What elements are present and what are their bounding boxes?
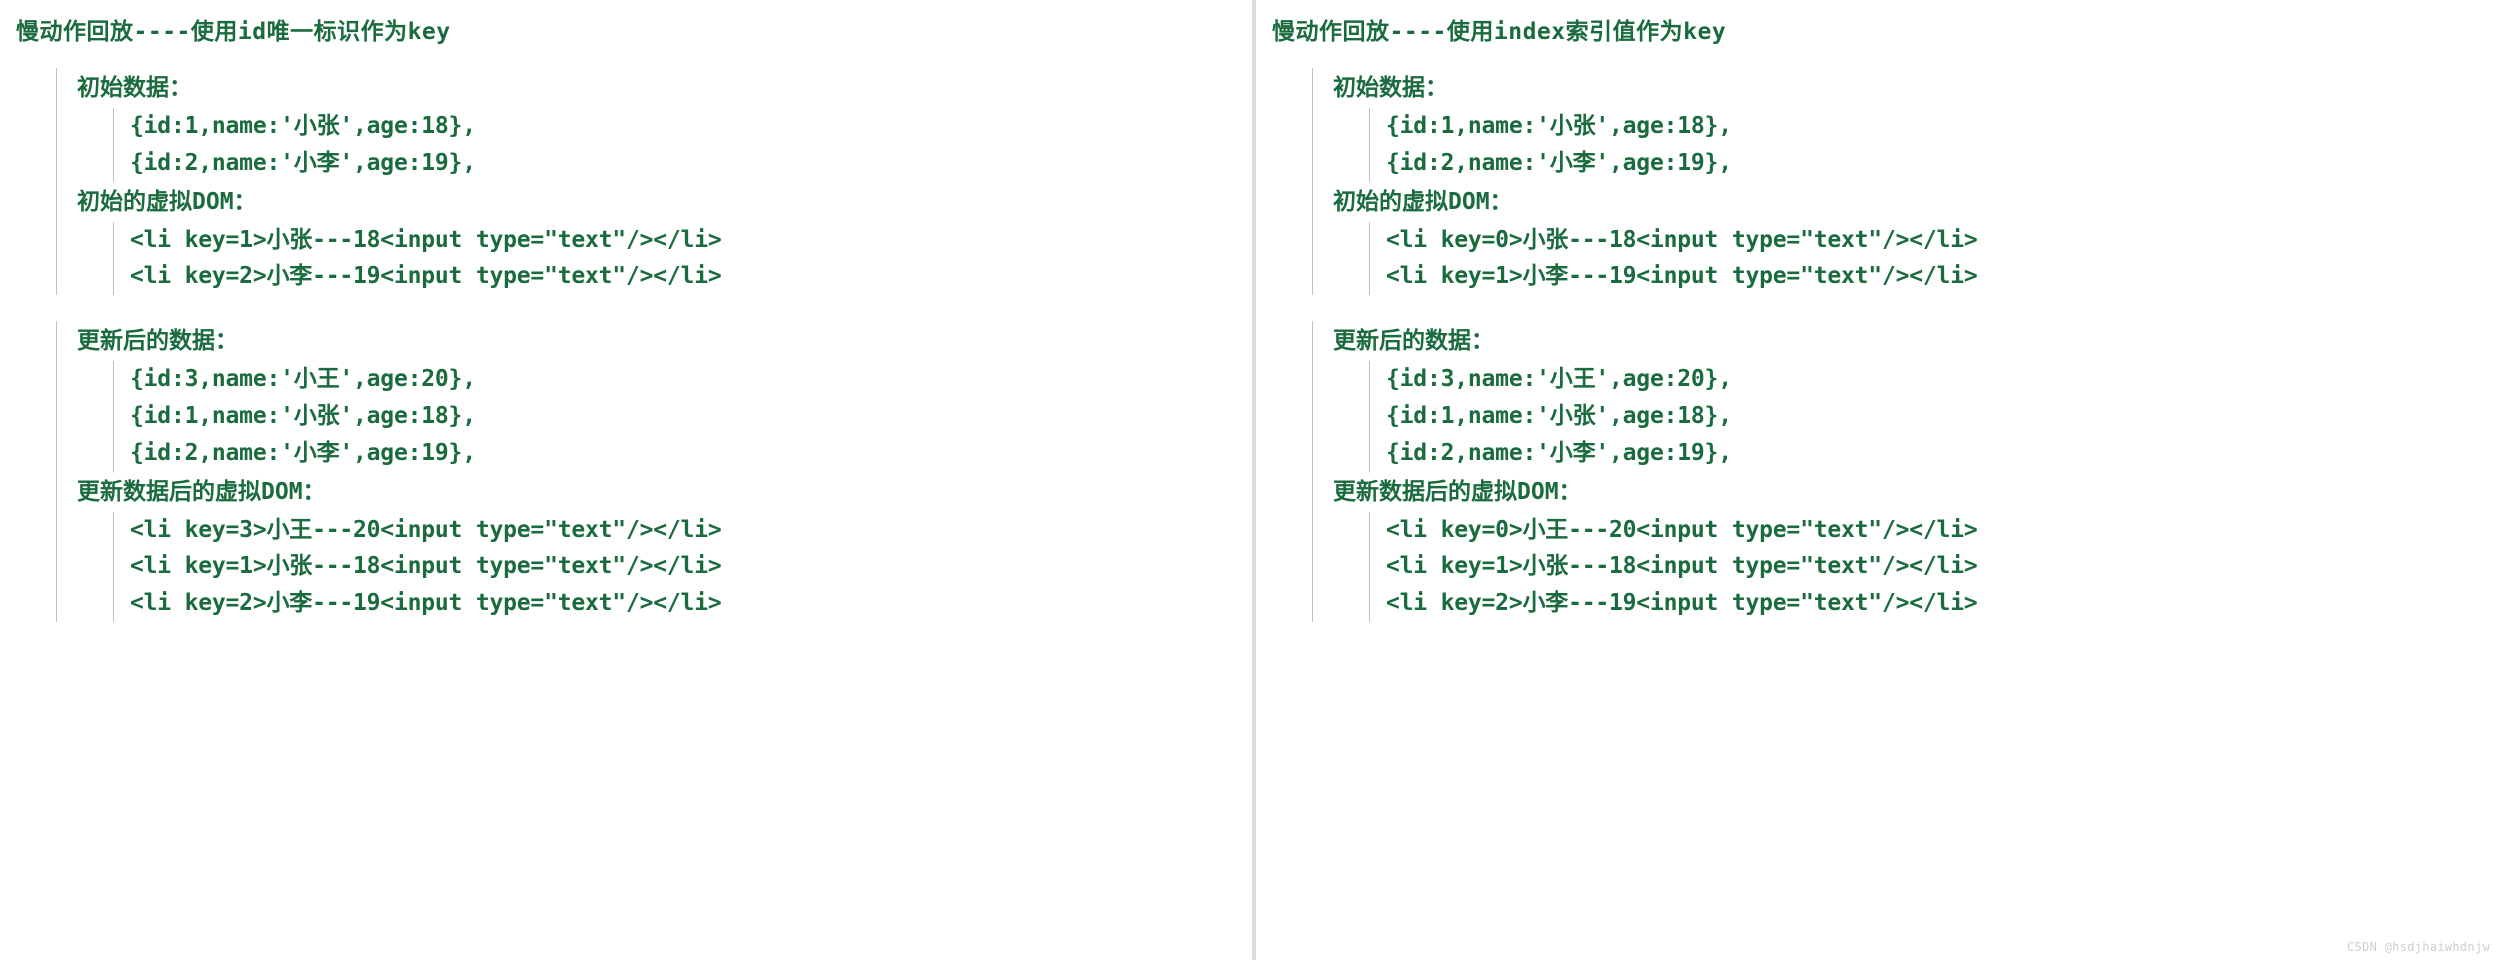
left-section-updated-data: 更新后的数据： {id:3,name:'小王',age:20}, {id:1,n… (56, 321, 1236, 622)
inner-block: {id:3,name:'小王',age:20}, {id:1,name:'小张'… (1369, 361, 2492, 471)
dom-line: <li key=2>小李---19<input type="text"/></l… (1386, 585, 2492, 622)
watermark: CSDN @hsdjhaiwhdnjw (2347, 940, 2490, 954)
section-heading: 更新后的数据： (77, 321, 1236, 355)
inner-block: <li key=3>小王---20<input type="text"/></l… (113, 512, 1236, 622)
data-line: {id:1,name:'小张',age:18}, (1386, 398, 2492, 435)
right-title: 慢动作回放----使用index索引值作为key (1272, 12, 2492, 46)
left-pane: 慢动作回放----使用id唯一标识作为key 初始数据： {id:1,name:… (0, 0, 1254, 960)
inner-block: <li key=1>小张---18<input type="text"/></l… (113, 222, 1236, 296)
dom-line: <li key=1>小张---18<input type="text"/></l… (1386, 548, 2492, 585)
dom-line: <li key=2>小李---19<input type="text"/></l… (130, 585, 1236, 622)
right-pane: 慢动作回放----使用index索引值作为key 初始数据： {id:1,nam… (1254, 0, 2508, 960)
left-section-initial-data: 初始数据： {id:1,name:'小张',age:18}, {id:2,nam… (56, 68, 1236, 295)
section-heading: 初始数据： (77, 68, 1236, 102)
dom-line: <li key=1>小张---18<input type="text"/></l… (130, 222, 1236, 259)
data-line: {id:3,name:'小王',age:20}, (1386, 361, 2492, 398)
inner-block: {id:1,name:'小张',age:18}, {id:2,name:'小李'… (1369, 108, 2492, 182)
left-title: 慢动作回放----使用id唯一标识作为key (16, 12, 1236, 46)
data-line: {id:2,name:'小李',age:19}, (1386, 145, 2492, 182)
dom-line: <li key=1>小李---19<input type="text"/></l… (1386, 258, 2492, 295)
section-heading: 初始的虚拟DOM： (77, 182, 1236, 216)
right-section-initial-data: 初始数据： {id:1,name:'小张',age:18}, {id:2,nam… (1312, 68, 2492, 295)
data-line: {id:1,name:'小张',age:18}, (130, 108, 1236, 145)
dom-line: <li key=0>小张---18<input type="text"/></l… (1386, 222, 2492, 259)
section-heading: 初始数据： (1333, 68, 2492, 102)
section-heading: 更新数据后的虚拟DOM： (1333, 472, 2492, 506)
dom-line: <li key=1>小张---18<input type="text"/></l… (130, 548, 1236, 585)
right-section-updated-data: 更新后的数据： {id:3,name:'小王',age:20}, {id:1,n… (1312, 321, 2492, 622)
dom-line: <li key=3>小王---20<input type="text"/></l… (130, 512, 1236, 549)
data-line: {id:2,name:'小李',age:19}, (130, 435, 1236, 472)
data-line: {id:1,name:'小张',age:18}, (1386, 108, 2492, 145)
section-heading: 更新后的数据： (1333, 321, 2492, 355)
inner-block: {id:3,name:'小王',age:20}, {id:1,name:'小张'… (113, 361, 1236, 471)
dom-line: <li key=0>小王---20<input type="text"/></l… (1386, 512, 2492, 549)
inner-block: <li key=0>小王---20<input type="text"/></l… (1369, 512, 2492, 622)
data-line: {id:2,name:'小李',age:19}, (1386, 435, 2492, 472)
inner-block: <li key=0>小张---18<input type="text"/></l… (1369, 222, 2492, 296)
inner-block: {id:1,name:'小张',age:18}, {id:2,name:'小李'… (113, 108, 1236, 182)
section-heading: 初始的虚拟DOM： (1333, 182, 2492, 216)
data-line: {id:2,name:'小李',age:19}, (130, 145, 1236, 182)
data-line: {id:3,name:'小王',age:20}, (130, 361, 1236, 398)
section-heading: 更新数据后的虚拟DOM： (77, 472, 1236, 506)
dom-line: <li key=2>小李---19<input type="text"/></l… (130, 258, 1236, 295)
data-line: {id:1,name:'小张',age:18}, (130, 398, 1236, 435)
